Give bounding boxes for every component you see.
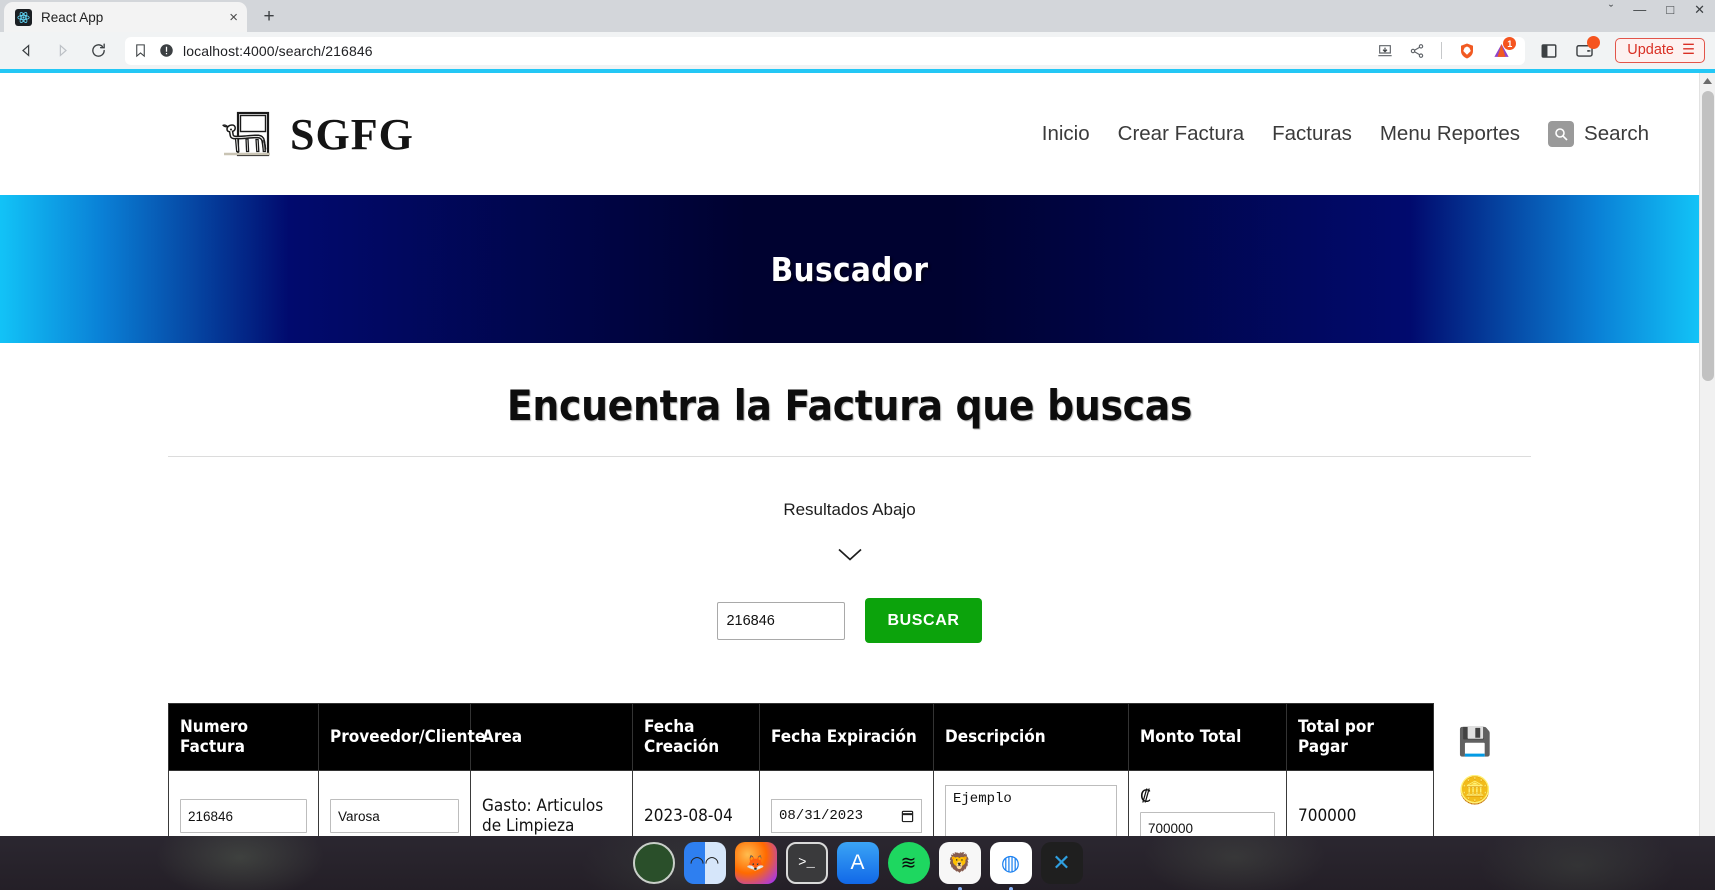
search-input[interactable] xyxy=(717,601,846,640)
banner-title: Buscador xyxy=(770,249,929,289)
url-text: localhost:4000/search/216846 xyxy=(183,42,373,59)
toolbar-divider xyxy=(1441,42,1443,59)
forward-button[interactable] xyxy=(46,36,78,66)
chevron-down-wrap xyxy=(168,520,1531,562)
search-icon[interactable] xyxy=(1548,121,1575,147)
os-dock: ◠◠ 🦊 >_ A ≋ 🦁 ◍ ✕ xyxy=(0,836,1715,890)
web-page: SGFG Inicio Crear Factura Facturas Menu … xyxy=(0,73,1699,890)
hamburger-icon[interactable]: ☰ xyxy=(1682,42,1695,58)
descripcion-value: Ejemplo xyxy=(953,791,1012,807)
chevron-down-icon[interactable] xyxy=(837,547,863,562)
results-note: Resultados Abajo xyxy=(783,500,916,519)
scrollbar-thumb[interactable] xyxy=(1702,91,1714,381)
rewards-badge: 1 xyxy=(1503,37,1517,50)
col-proveedor-cliente: Proveedor/Cliente xyxy=(318,703,485,771)
bookmark-icon[interactable] xyxy=(133,43,148,58)
not-secure-icon[interactable] xyxy=(159,43,174,58)
nav-facturas[interactable]: Facturas xyxy=(1272,122,1352,146)
back-button[interactable] xyxy=(10,36,42,66)
browser-tab[interactable]: React App × xyxy=(4,2,247,32)
browser-toolbar: localhost:4000/search/216846 1 Update ☰ xyxy=(0,32,1715,69)
search-row: BUSCAR xyxy=(168,562,1531,643)
main-content: Encuentra la Factura que buscas Resultad… xyxy=(0,343,1699,862)
dock-item-vscode[interactable]: ✕ xyxy=(1040,842,1083,884)
calendar-icon[interactable] xyxy=(901,809,914,823)
col-fecha-expiracion: Fecha Expiración xyxy=(759,703,934,771)
buscar-button[interactable]: BUSCAR xyxy=(865,598,982,643)
address-bar[interactable]: localhost:4000/search/216846 1 xyxy=(125,36,1526,65)
coin-money-icon[interactable]: 🪙 xyxy=(1458,777,1492,804)
proveedor-cliente-input[interactable] xyxy=(330,799,459,833)
nav-crear-factura[interactable]: Crear Factura xyxy=(1118,122,1244,146)
currency-symbol: ₡ xyxy=(1140,786,1151,807)
dock-item-app-store[interactable]: A xyxy=(836,842,879,884)
dock-item-finder[interactable]: ◠◠ xyxy=(683,842,726,884)
row-actions: 💾 🪙 xyxy=(1458,729,1492,804)
col-fecha-creacion: Fecha Creación xyxy=(632,703,760,771)
share-icon[interactable] xyxy=(1409,43,1425,59)
page-title: Encuentra la Factura que buscas xyxy=(506,381,1193,430)
dock-item-firefox[interactable]: 🦊 xyxy=(734,842,777,884)
update-button[interactable]: Update ☰ xyxy=(1615,38,1705,63)
new-tab-button[interactable]: + xyxy=(254,2,284,32)
scroll-up-arrow[interactable] xyxy=(1700,73,1715,89)
logo-text: SGFG xyxy=(290,109,414,159)
cow-logo-icon xyxy=(218,108,276,160)
reload-button[interactable] xyxy=(82,36,114,66)
brave-shields-icon[interactable] xyxy=(1458,42,1476,60)
main-nav: Inicio Crear Factura Facturas Menu Repor… xyxy=(1042,121,1649,147)
browser-window: React App × + ˇ — □ ✕ localhost:4000/sea… xyxy=(0,0,1715,890)
maximize-button[interactable]: □ xyxy=(1666,3,1674,16)
fecha-expiracion-date-input[interactable]: 08/31/2023 xyxy=(771,799,922,833)
date-value: 08/31/2023 xyxy=(779,808,864,824)
dock-item-brave[interactable]: 🦁 xyxy=(938,842,981,890)
page-viewport: SGFG Inicio Crear Factura Facturas Menu … xyxy=(0,69,1715,890)
react-icon xyxy=(15,8,32,26)
nav-inicio[interactable]: Inicio xyxy=(1042,122,1090,146)
install-icon[interactable] xyxy=(1377,43,1393,59)
numero-factura-input[interactable] xyxy=(180,799,307,833)
col-numero-factura: Numero Factura xyxy=(168,703,319,771)
dock-item-terminal[interactable]: >_ xyxy=(785,842,828,884)
window-controls: ˇ — □ ✕ xyxy=(1609,3,1705,16)
tab-strip: React App × + ˇ — □ ✕ xyxy=(0,0,1715,32)
brave-rewards-icon[interactable]: 1 xyxy=(1492,37,1517,60)
dock-item-launcher[interactable] xyxy=(632,842,675,884)
toolbar-right: Update ☰ xyxy=(1536,36,1705,63)
close-icon[interactable]: × xyxy=(229,10,238,25)
nav-search-label: Search xyxy=(1584,122,1649,145)
nav-search[interactable]: Search xyxy=(1548,121,1649,147)
col-descripcion: Descripción xyxy=(933,703,1129,771)
table-header-row: Numero Factura Proveedor/Cliente Area Fe… xyxy=(168,703,1434,771)
col-monto-total: Monto Total xyxy=(1128,703,1287,771)
site-header: SGFG Inicio Crear Factura Facturas Menu … xyxy=(0,73,1699,195)
wallet-badge xyxy=(1587,36,1601,49)
close-window-button[interactable]: ✕ xyxy=(1694,3,1705,16)
col-area: Area xyxy=(470,703,633,771)
update-label: Update xyxy=(1627,42,1674,58)
results-table-wrap: Numero Factura Proveedor/Cliente Area Fe… xyxy=(168,643,1531,862)
page-scrollbar[interactable] xyxy=(1699,73,1715,890)
tab-title: React App xyxy=(41,9,104,25)
dock-item-chrome[interactable]: ◍ xyxy=(989,842,1032,890)
col-total-por-pagar: Total por Pagar xyxy=(1286,703,1434,771)
page-banner: Buscador xyxy=(0,195,1699,343)
site-logo[interactable]: SGFG xyxy=(218,108,414,160)
chevron-down-icon[interactable]: ˇ xyxy=(1609,3,1613,16)
dock-item-spotify[interactable]: ≋ xyxy=(887,842,930,884)
save-floppy-icon[interactable]: 💾 xyxy=(1458,729,1492,756)
sidebar-icon[interactable] xyxy=(1540,42,1558,60)
wallet-icon[interactable] xyxy=(1575,36,1601,60)
nav-menu-reportes[interactable]: Menu Reportes xyxy=(1380,122,1520,146)
minimize-button[interactable]: — xyxy=(1633,3,1646,16)
